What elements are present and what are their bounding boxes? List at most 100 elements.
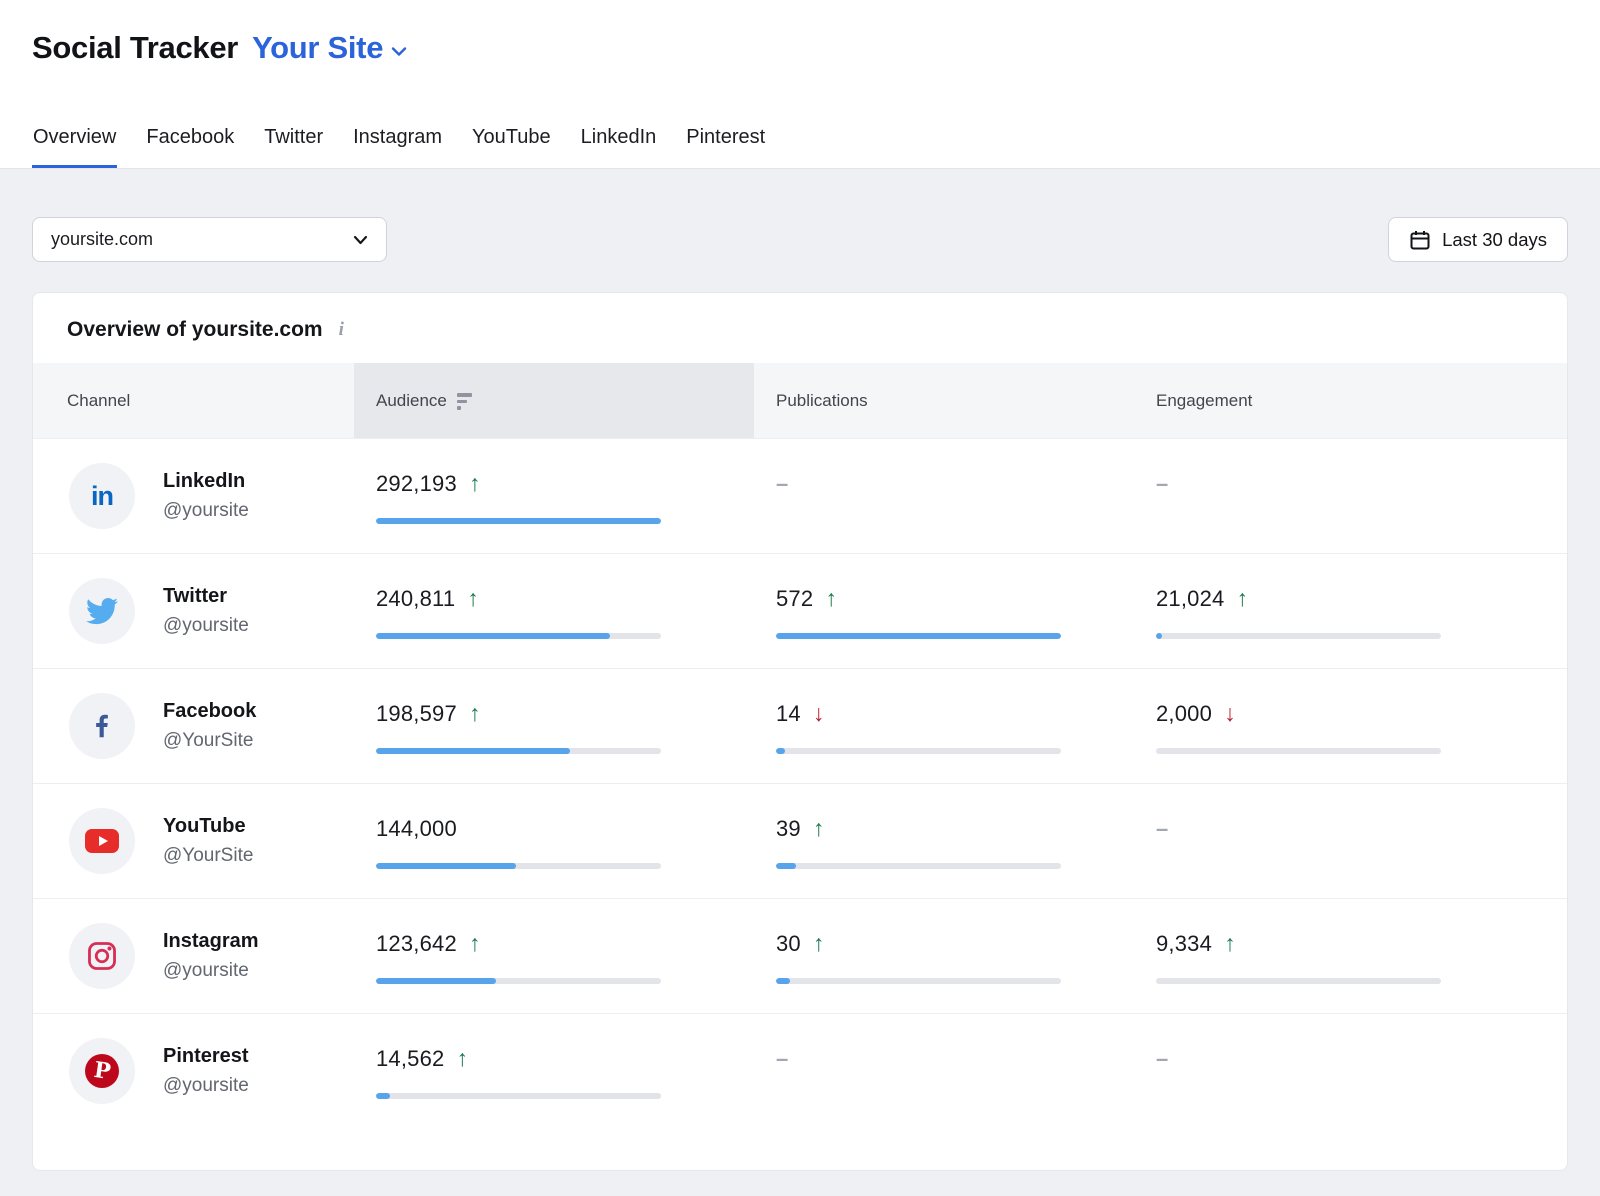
trend-up-icon: ↑ [1224, 932, 1236, 955]
audience-value: 198,597 [376, 701, 457, 727]
engagement-bar [1156, 978, 1441, 984]
tab-overview[interactable]: Overview [32, 118, 117, 168]
no-data-dash: – [1156, 471, 1168, 497]
publications-cell: – [754, 1014, 1134, 1128]
tab-facebook[interactable]: Facebook [145, 118, 235, 168]
date-range-button[interactable]: Last 30 days [1388, 217, 1568, 262]
publications-cell: 572 ↑ [754, 554, 1134, 668]
publications-bar [776, 748, 1061, 754]
audience-bar [376, 863, 661, 869]
table-row-facebook: Facebook @YourSite 198,597 ↑ 14 ↓ [33, 668, 1567, 783]
tab-instagram[interactable]: Instagram [352, 118, 443, 168]
facebook-icon [87, 711, 117, 741]
main-content: yoursite.com Last 30 days Overview of yo… [0, 169, 1600, 1171]
domain-select[interactable]: yoursite.com [32, 217, 387, 262]
audience-value: 123,642 [376, 931, 457, 957]
publications-cell: 39 ↑ [754, 784, 1134, 898]
audience-value: 292,193 [376, 471, 457, 497]
site-switcher[interactable]: Your Site [252, 30, 407, 66]
channel-name: YouTube [163, 815, 253, 838]
tab-twitter[interactable]: Twitter [263, 118, 324, 168]
calendar-icon [1409, 229, 1431, 251]
chevron-down-icon [353, 235, 368, 245]
publications-value: 30 [776, 931, 801, 957]
trend-up-icon: ↑ [1237, 587, 1249, 610]
channel-cell[interactable]: Facebook @YourSite [33, 669, 354, 783]
no-data-dash: – [1156, 1046, 1168, 1072]
audience-cell: 292,193 ↑ [354, 439, 754, 553]
column-header-publications[interactable]: Publications [754, 363, 1134, 438]
audience-bar [376, 633, 661, 639]
table-row-twitter: Twitter @yoursite 240,811 ↑ 572 ↑ [33, 553, 1567, 668]
publications-value: 39 [776, 816, 801, 842]
channel-cell[interactable]: Twitter @yoursite [33, 554, 354, 668]
engagement-cell: 9,334 ↑ [1134, 899, 1567, 1013]
trend-down-icon: ↓ [813, 702, 825, 725]
channel-handle: @yoursite [163, 1075, 249, 1097]
publications-cell: – [754, 439, 1134, 553]
youtube-icon [85, 829, 119, 853]
card-bottom-padding [33, 1128, 1567, 1170]
engagement-cell: – [1134, 1014, 1567, 1128]
instagram-icon [86, 940, 118, 972]
audience-cell: 123,642 ↑ [354, 899, 754, 1013]
engagement-bar [1156, 633, 1441, 639]
trend-up-icon: ↑ [469, 702, 481, 725]
avatar [69, 808, 135, 874]
overview-card: Overview of yoursite.com i Channel Audie… [32, 292, 1568, 1171]
tab-pinterest[interactable]: Pinterest [685, 118, 766, 168]
sort-descending-icon [457, 393, 472, 410]
engagement-cell: 2,000 ↓ [1134, 669, 1567, 783]
trend-up-icon: ↑ [813, 932, 825, 955]
channel-handle: @yoursite [163, 500, 249, 522]
publications-bar [776, 633, 1061, 639]
engagement-value: 9,334 [1156, 931, 1212, 957]
channel-cell[interactable]: in LinkedIn @yoursite [33, 439, 354, 553]
publications-bar [776, 978, 1061, 984]
table-row-pinterest: P Pinterest @yoursite 14,562 ↑ – [33, 1013, 1567, 1128]
channel-cell[interactable]: YouTube @YourSite [33, 784, 354, 898]
card-title: Overview of yoursite.com [67, 318, 323, 342]
channel-cell[interactable]: Instagram @yoursite [33, 899, 354, 1013]
filter-row: yoursite.com Last 30 days [32, 217, 1568, 262]
column-header-engagement[interactable]: Engagement [1134, 363, 1567, 438]
engagement-cell: 21,024 ↑ [1134, 554, 1567, 668]
channel-handle: @yoursite [163, 615, 249, 637]
audience-value: 144,000 [376, 816, 457, 842]
tab-bar: Overview Facebook Twitter Instagram YouT… [0, 118, 1600, 169]
audience-value: 240,811 [376, 586, 455, 612]
audience-bar [376, 518, 661, 524]
column-header-audience[interactable]: Audience [354, 363, 754, 438]
table-row-youtube: YouTube @YourSite 144,000 39 ↑ – [33, 783, 1567, 898]
table-header-row: Channel Audience Publications Engagement [33, 363, 1567, 438]
audience-bar [376, 978, 661, 984]
audience-cell: 240,811 ↑ [354, 554, 754, 668]
audience-cell: 198,597 ↑ [354, 669, 754, 783]
no-data-dash: – [1156, 816, 1168, 842]
linkedin-icon: in [91, 481, 113, 512]
avatar: P [69, 1038, 135, 1104]
pinterest-icon: P [85, 1054, 119, 1088]
channel-name: Instagram [163, 930, 259, 953]
trend-up-icon: ↑ [467, 587, 479, 610]
trend-up-icon: ↑ [813, 817, 825, 840]
column-header-audience-label: Audience [376, 391, 447, 411]
table-row-linkedin: in LinkedIn @yoursite 292,193 ↑ – – [33, 438, 1567, 553]
channel-name: LinkedIn [163, 470, 249, 493]
audience-bar [376, 1093, 661, 1099]
table-row-instagram: Instagram @yoursite 123,642 ↑ 30 ↑ [33, 898, 1567, 1013]
info-icon[interactable]: i [335, 319, 348, 341]
channel-name: Facebook [163, 700, 256, 723]
audience-value: 14,562 [376, 1046, 445, 1072]
channel-handle: @yoursite [163, 960, 259, 982]
channel-cell[interactable]: P Pinterest @yoursite [33, 1014, 354, 1128]
page-title: Social Tracker [32, 30, 238, 66]
tab-youtube[interactable]: YouTube [471, 118, 552, 168]
publications-value: 572 [776, 586, 813, 612]
engagement-cell: – [1134, 784, 1567, 898]
page-header: Social Tracker Your Site Overview Facebo… [0, 0, 1600, 169]
engagement-value: 2,000 [1156, 701, 1212, 727]
trend-up-icon: ↑ [469, 932, 481, 955]
tab-linkedin[interactable]: LinkedIn [580, 118, 658, 168]
trend-up-icon: ↑ [457, 1047, 469, 1070]
